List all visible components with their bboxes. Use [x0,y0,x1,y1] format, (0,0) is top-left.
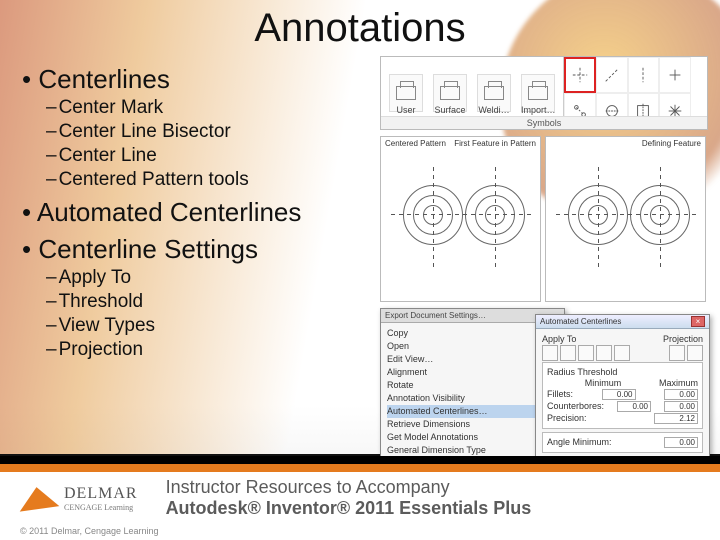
footer-line1: Instructor Resources to Accompany [166,477,532,498]
menu-item-edit-view[interactable]: Edit View… [387,353,558,366]
centerline-tool-2[interactable] [596,57,628,93]
fillets-max-field[interactable]: 0.00 [664,389,698,400]
projection-option-1[interactable] [669,345,685,361]
sub-apply-to: Apply To [46,267,372,289]
counterbores-label: Counterbores: [547,401,604,412]
delmar-brand: DELMAR [64,485,138,503]
slide-footer: DELMAR CENGAGE Learning Instructor Resou… [0,456,720,540]
footer-accent-orange [0,464,720,472]
ribbon-button-labels: User Surface Weldi… Import… [389,105,556,115]
menu-item-label: Annotation Visibility [387,393,465,403]
arc-threshold-section: Angle Minimum: 0.00 [542,432,703,453]
menu-item-retrieve-dimensions[interactable]: Retrieve Dimensions [387,418,558,431]
ribbon-symbols-panel: User Surface Weldi… Import… Symbols [380,56,708,130]
delmar-triangle-icon [17,484,60,511]
drawing-examples: Centered Pattern First Feature in Patter… [380,136,710,302]
symbol-icon [484,86,504,100]
caption-first-feature: First Feature in Pattern [454,139,536,148]
menu-item-alignment[interactable]: Alignment▸ [387,366,558,379]
menu-item-label: General Dimension Type [387,445,486,455]
min-header: Minimum [585,378,622,388]
threshold-label: Radius Threshold [547,367,617,377]
menu-item-copy[interactable]: Copy [387,327,558,340]
precision-label: Precision: [547,413,587,424]
ribbon-label-surface: Surface [433,105,467,115]
ribbon-label-user: User [389,105,423,115]
automated-centerlines-dialog: Automated Centerlines × Apply To Project… [535,314,710,464]
caption-centered-pattern: Centered Pattern [385,139,446,148]
apply-to-label: Apply To [542,334,576,344]
footer-line2: Autodesk® Inventor® 2011 Essentials Plus [166,498,532,519]
sub-centered-pattern: Centered Pattern tools [46,169,372,191]
bullet-automated-centerlines: Automated Centerlines [22,197,372,228]
menu-item-get-model-annotations[interactable]: Get Model Annotations▸ [387,431,558,444]
sub-center-line-bisector: Center Line Bisector [46,121,372,143]
close-button[interactable]: × [691,316,705,327]
max-header: Maximum [659,378,698,388]
drawing-centered-pattern: Centered Pattern First Feature in Patter… [380,136,541,302]
menu-item-automated-centerlines[interactable]: Automated Centerlines… [387,405,558,418]
sub-center-line: Center Line [46,145,372,167]
menu-item-label: Retrieve Dimensions [387,419,470,429]
bullet-content: Centerlines Center Mark Center Line Bise… [22,58,372,363]
slide-title: Annotations [0,6,720,51]
menu-item-label: Open [387,341,409,351]
counterbores-max-field[interactable]: 0.00 [664,401,698,412]
bullet-centerline-settings: Centerline Settings [22,234,372,265]
apply-to-option-3[interactable] [578,345,594,361]
menu-item-label: Copy [387,328,408,338]
menu-item-annotation-visibility[interactable]: Annotation Visibility [387,392,558,405]
drawing-defining-feature: Defining Feature [545,136,706,302]
fillets-label: Fillets: [547,389,573,400]
menu-item-label: Alignment [387,367,427,377]
caption-defining-feature: Defining Feature [642,139,701,148]
menu-item-label: Edit View… [387,354,433,364]
dialog-titlebar: Automated Centerlines × [536,315,709,329]
counterbores-min-field[interactable]: 0.00 [617,401,651,412]
symbol-icon [528,86,548,100]
sub-projection: Projection [46,339,372,361]
menu-item-open[interactable]: Open [387,340,558,353]
precision-field[interactable]: 2.12 [654,413,698,424]
menu-item-label: Rotate [387,380,414,390]
dialog-title-text: Automated Centerlines [540,317,621,326]
sub-center-mark: Center Mark [46,97,372,119]
centerline-tool-3[interactable] [628,57,660,93]
centerline-tool-1[interactable] [564,57,596,93]
sub-threshold: Threshold [46,291,372,313]
projection-option-2[interactable] [687,345,703,361]
arc-min-label: Angle Minimum: [547,437,612,448]
radius-threshold-section: Radius Threshold Minimum Maximum Fillets… [542,362,703,429]
menu-item-label: Automated Centerlines… [387,406,488,416]
menu-item-label: Get Model Annotations [387,432,478,442]
copyright-text: © 2011 Delmar, Cengage Learning [20,526,159,536]
bullet-centerlines: Centerlines [22,64,372,95]
apply-to-option-1[interactable] [542,345,558,361]
symbol-icon [396,86,416,100]
footer-accent-black [0,456,720,464]
fillets-min-field[interactable]: 0.00 [602,389,636,400]
sub-view-types: View Types [46,315,372,337]
ribbon-label-welding: Weldi… [477,105,511,115]
ribbon-label-import: Import… [521,105,556,115]
apply-to-icons [542,345,630,361]
symbol-icon [440,86,460,100]
arc-min-field[interactable]: 0.00 [664,437,698,448]
delmar-subbrand: CENGAGE Learning [64,503,138,512]
apply-to-option-4[interactable] [596,345,612,361]
apply-to-option-5[interactable] [614,345,630,361]
centerline-tool-4[interactable] [659,57,691,93]
apply-to-option-2[interactable] [560,345,576,361]
projection-icons [669,345,703,361]
ribbon-panel-caption: Symbols [381,116,707,129]
dialog-screenshots: Export Document Settings… Copy Open Edit… [380,308,710,468]
projection-label: Projection [663,334,703,344]
menu-item-rotate[interactable]: Rotate [387,379,558,392]
delmar-logo: DELMAR CENGAGE Learning [18,485,138,512]
illustration-panels: User Surface Weldi… Import… Symbols Cent… [380,56,710,468]
